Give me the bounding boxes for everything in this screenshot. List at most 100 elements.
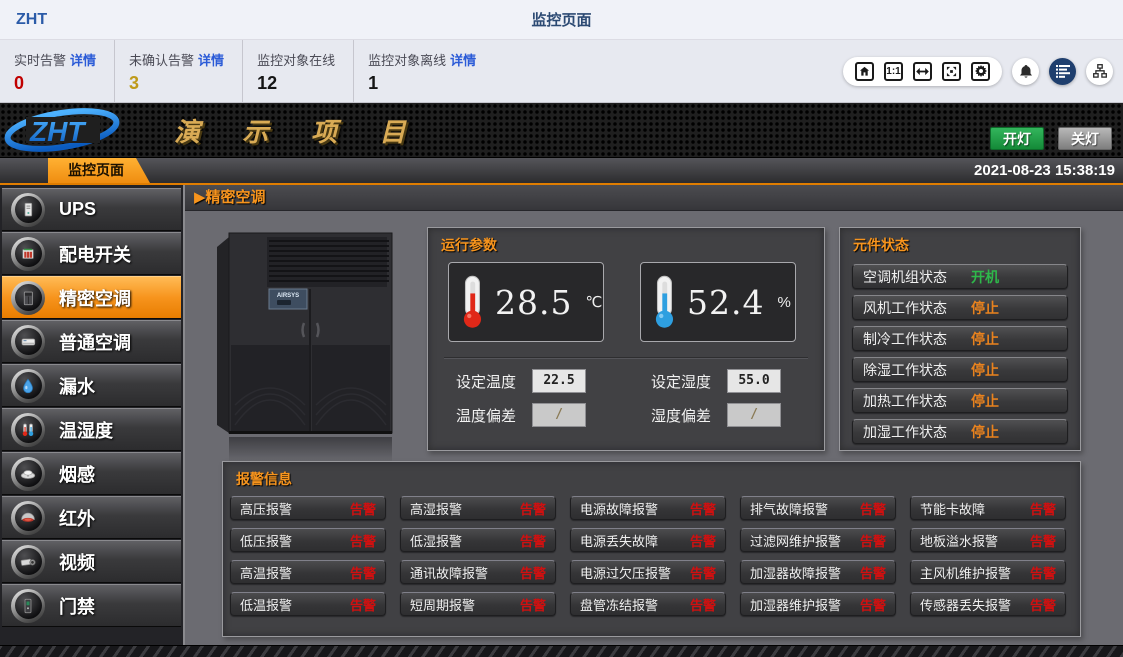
sidebar-item-label: 视频 [59, 549, 95, 575]
alarm-badge: 告警 [350, 563, 376, 582]
stat-label: 监控对象离线 [368, 53, 446, 68]
light-on-button[interactable]: 开灯 [990, 127, 1044, 150]
set-humidity-value[interactable]: 55.0 [727, 369, 781, 393]
alarm-badge: 告警 [690, 531, 716, 550]
detail-link[interactable]: 详情 [70, 53, 96, 68]
water-drop-icon [11, 369, 45, 403]
light-off-button[interactable]: 关灯 [1058, 127, 1112, 150]
temp-deviation-value: / [532, 403, 586, 427]
status-value: 开机 [971, 267, 999, 287]
project-title: 演 示 项 目 [174, 112, 424, 149]
ups-icon [11, 193, 45, 227]
sidebar-item-label: 门禁 [59, 593, 95, 619]
status-label: 加湿工作状态 [863, 422, 971, 442]
footer-stripes [0, 645, 1123, 657]
alarm-badge: 告警 [690, 563, 716, 582]
alarm-label: 电源过欠压报警 [580, 563, 671, 582]
humidity-gauge: 52.4 % [640, 262, 796, 342]
stat-objects-online: 监控对象在线 12 [242, 40, 353, 102]
sidebar-item-water-leak[interactable]: 漏水 [2, 364, 181, 407]
precision-ac-icon [11, 281, 45, 315]
temp-deviation-label: 温度偏差 [456, 405, 532, 426]
status-label: 加热工作状态 [863, 391, 971, 411]
alarm-badge: 告警 [350, 595, 376, 614]
page-title: 监控页面 [0, 9, 1123, 30]
status-row: 加湿工作状态 停止 [852, 419, 1068, 444]
set-temp-value[interactable]: 22.5 [532, 369, 586, 393]
alarm-item: 高温报警告警 [230, 560, 386, 584]
alarm-list-icon[interactable] [1049, 58, 1076, 85]
stat-value: 1 [368, 73, 476, 94]
sidebar-item-normal-ac[interactable]: 普通空调 [2, 320, 181, 363]
status-row: 制冷工作状态 停止 [852, 326, 1068, 351]
banner: ZHT 演 示 项 目 开灯 关灯 [0, 103, 1123, 158]
alarm-badge: 告警 [860, 499, 886, 518]
sidebar-item-power-switch[interactable]: 配电开关 [2, 232, 181, 275]
thermometer-red-icon [458, 274, 488, 330]
alarm-badge: 告警 [350, 499, 376, 518]
humidity-value: 52.4 [687, 283, 764, 322]
alarm-item: 高湿报警告警 [400, 496, 556, 520]
alarm-label: 高压报警 [240, 499, 292, 518]
set-humidity-label: 设定湿度 [651, 371, 727, 392]
fit-width-icon[interactable] [913, 62, 932, 81]
sidebar-item-label: 烟感 [59, 461, 95, 487]
temperature-value: 28.5 [495, 283, 572, 322]
bell-icon[interactable] [1012, 58, 1039, 85]
settings-gear-icon[interactable] [971, 62, 990, 81]
tab-monitoring-page[interactable]: 监控页面 [48, 158, 150, 183]
zht-logo-text: ZHT [29, 116, 87, 147]
panel-title: 报警信息 [223, 462, 1080, 492]
humidity-deviation-label: 湿度偏差 [651, 405, 727, 426]
sidebar-item-video[interactable]: 视频 [2, 540, 181, 583]
sidebar-item-label: 漏水 [59, 373, 95, 399]
alarm-badge: 告警 [1030, 563, 1056, 582]
home-icon[interactable] [855, 62, 874, 81]
sidebar: UPS 配电开关 精密空调 普通空调 漏水 [0, 185, 185, 645]
door-access-icon [11, 589, 45, 623]
topology-icon[interactable] [1086, 58, 1113, 85]
alarm-label: 短周期报警 [410, 595, 475, 614]
fullscreen-icon[interactable] [942, 62, 961, 81]
status-label: 除湿工作状态 [863, 360, 971, 380]
alarm-label: 传感器丢失报警 [920, 595, 1011, 614]
sidebar-item-smoke[interactable]: 烟感 [2, 452, 181, 495]
alarm-label: 主风机维护报警 [920, 563, 1011, 582]
status-value: 停止 [971, 391, 999, 411]
main-area: ▶精密空调 AIRS [185, 185, 1123, 645]
status-value: 停止 [971, 360, 999, 380]
alarm-badge: 告警 [690, 595, 716, 614]
detail-link[interactable]: 详情 [198, 53, 224, 68]
stat-value: 0 [14, 73, 96, 94]
actual-size-icon[interactable]: 1:1 [884, 62, 903, 81]
alarm-badge: 告警 [690, 499, 716, 518]
sidebar-item-label: 普通空调 [59, 329, 131, 355]
sidebar-item-temp-humidity[interactable]: 温湿度 [2, 408, 181, 451]
status-row: 加热工作状态 停止 [852, 388, 1068, 413]
alarm-badge: 告警 [860, 563, 886, 582]
sidebar-item-infrared[interactable]: 红外 [2, 496, 181, 539]
timestamp: 2021-08-23 15:38:19 [974, 158, 1115, 183]
alarm-badge: 告警 [520, 499, 546, 518]
sidebar-item-precision-ac[interactable]: 精密空调 [2, 276, 181, 319]
light-buttons: 开灯 关灯 [990, 127, 1112, 150]
stat-value: 12 [257, 73, 335, 94]
content: UPS 配电开关 精密空调 普通空调 漏水 [0, 185, 1123, 645]
alarm-badge: 告警 [520, 531, 546, 550]
thermometer-blue-icon [650, 274, 680, 330]
sidebar-item-door-access[interactable]: 门禁 [2, 584, 181, 627]
status-label: 风机工作状态 [863, 298, 971, 318]
detail-link[interactable]: 详情 [450, 53, 476, 68]
sidebar-item-ups[interactable]: UPS [2, 188, 181, 231]
alarm-badge: 告警 [860, 595, 886, 614]
set-temp-label: 设定温度 [456, 371, 532, 392]
infrared-icon [11, 501, 45, 535]
alarm-item: 电源丢失故障告警 [570, 528, 726, 552]
status-row: 风机工作状态 停止 [852, 295, 1068, 320]
alarm-label: 盘管冻结报警 [580, 595, 658, 614]
stat-objects-offline: 监控对象离线详情 1 [353, 40, 494, 102]
alarm-badge: 告警 [520, 595, 546, 614]
alarm-badge: 告警 [1030, 595, 1056, 614]
status-label: 空调机组状态 [863, 267, 971, 287]
alarm-info-panel: 报警信息 高压报警告警 高湿报警告警 电源故障报警告警 排气故障报警告警 节能卡… [222, 461, 1081, 637]
